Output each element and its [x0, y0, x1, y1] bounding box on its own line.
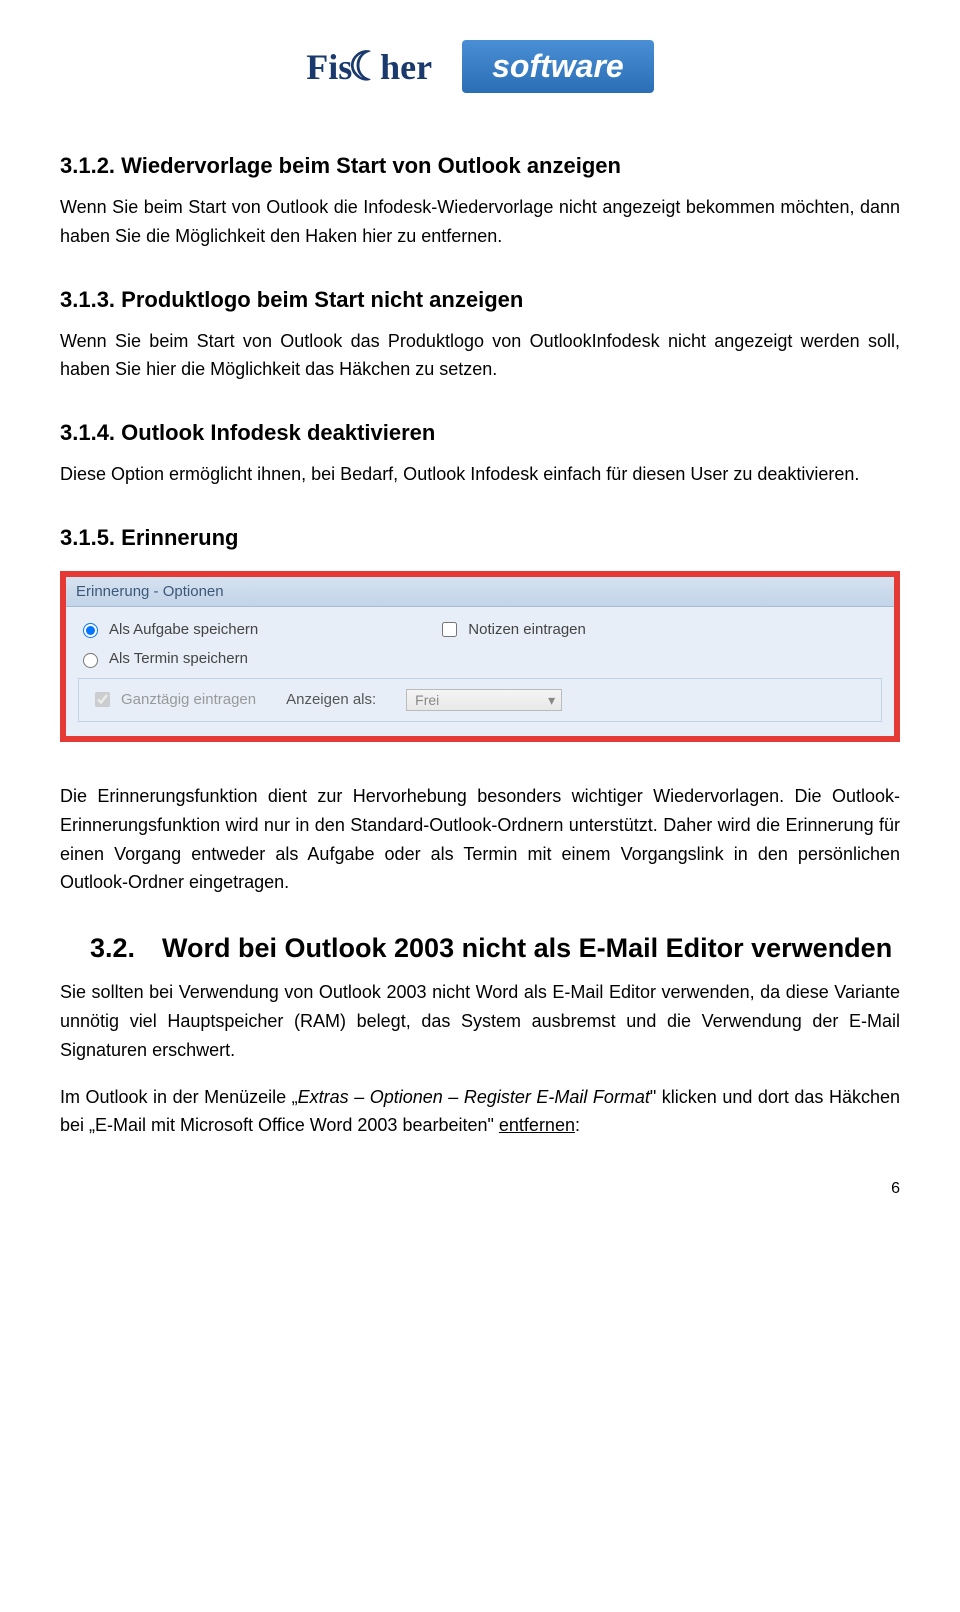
- anzeigen-label: Anzeigen als:: [286, 691, 376, 708]
- logo-text-her: her: [380, 46, 432, 88]
- body-313: Wenn Sie beim Start von Outlook das Prod…: [60, 327, 900, 385]
- anzeigen-select[interactable]: Frei: [406, 689, 562, 711]
- radio-aufgabe-input[interactable]: [83, 623, 98, 638]
- erinnerung-options-panel: Erinnerung - Optionen Als Aufgabe speich…: [60, 571, 900, 742]
- body-32-2: Im Outlook in der Menüzeile „Extras – Op…: [60, 1083, 900, 1141]
- header-logos: Fis ☾ her software: [60, 40, 900, 93]
- checkbox-ganztag-input: [95, 692, 110, 707]
- heading-32: 3.2. Word bei Outlook 2003 nicht als E-M…: [90, 933, 900, 964]
- panel-title: Erinnerung - Optionen: [66, 577, 894, 607]
- radio-als-termin[interactable]: Als Termin speichern: [78, 650, 248, 668]
- logo-text-fis: Fis: [306, 46, 352, 88]
- radio-als-aufgabe[interactable]: Als Aufgabe speichern: [78, 620, 258, 638]
- checkbox-ganztag: Ganztägig eintragen: [91, 689, 256, 710]
- checkbox-notizen-input[interactable]: [442, 622, 457, 637]
- software-badge: software: [462, 40, 654, 93]
- body-314: Diese Option ermöglicht ihnen, bei Bedar…: [60, 460, 900, 489]
- checkbox-ganztag-label: Ganztägig eintragen: [121, 691, 256, 708]
- body-32-2-underline: entfernen: [499, 1115, 575, 1135]
- radio-aufgabe-label: Als Aufgabe speichern: [109, 621, 258, 638]
- crescent-icon: ☾: [348, 44, 384, 90]
- body-312: Wenn Sie beim Start von Outlook die Info…: [60, 193, 900, 251]
- body-32-2-pre: Im Outlook in der Menüzeile „: [60, 1087, 298, 1107]
- body-315: Die Erinnerungsfunktion dient zur Hervor…: [60, 782, 900, 897]
- page-number: 6: [891, 1180, 900, 1198]
- heading-312: 3.1.2. Wiedervorlage beim Start von Outl…: [60, 153, 900, 179]
- heading-314: 3.1.4. Outlook Infodesk deaktivieren: [60, 420, 900, 446]
- panel-body: Als Aufgabe speichern Notizen eintragen …: [66, 607, 894, 736]
- body-32-1: Sie sollten bei Verwendung von Outlook 2…: [60, 978, 900, 1064]
- heading-313: 3.1.3. Produktlogo beim Start nicht anze…: [60, 287, 900, 313]
- checkbox-notizen[interactable]: Notizen eintragen: [438, 619, 586, 640]
- radio-termin-label: Als Termin speichern: [109, 650, 248, 667]
- fischer-logo: Fis ☾ her: [306, 44, 432, 90]
- heading-315: 3.1.5. Erinnerung: [60, 525, 900, 551]
- sub-row: Ganztägig eintragen Anzeigen als: Frei: [78, 678, 882, 722]
- body-32-2-italic: Extras – Optionen – Register E-Mail Form…: [298, 1087, 650, 1107]
- radio-termin-input[interactable]: [83, 653, 98, 668]
- body-32-2-end: :: [575, 1115, 580, 1135]
- checkbox-notizen-label: Notizen eintragen: [468, 621, 586, 638]
